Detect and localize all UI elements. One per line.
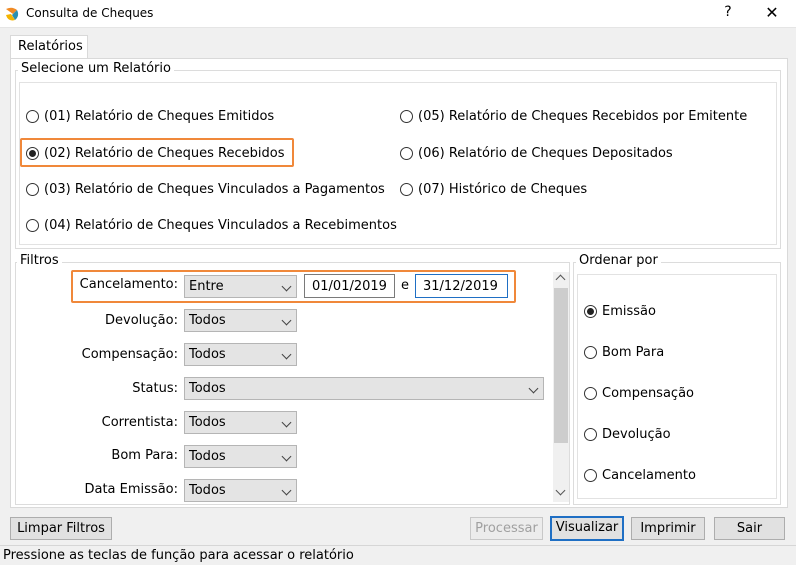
radio-icon <box>584 469 597 482</box>
order-option-emissao[interactable]: Emissão <box>584 304 656 319</box>
chevron-down-icon <box>281 281 292 292</box>
order-legend: Ordenar por <box>576 253 661 268</box>
scroll-thumb[interactable] <box>554 288 568 443</box>
bom-para-select[interactable]: Todos <box>184 445 297 468</box>
chevron-down-icon <box>528 383 539 394</box>
radio-icon <box>26 183 39 196</box>
print-button[interactable]: Imprimir <box>631 517 705 540</box>
data-emissao-label: Data Emissão: <box>84 482 178 497</box>
compensacao-select[interactable]: Todos <box>184 343 297 366</box>
data-emissao-select[interactable]: Todos <box>184 479 297 502</box>
report-option-04[interactable]: (04) Relatório de Cheques Vinculados a R… <box>26 218 397 233</box>
radio-icon <box>400 110 413 123</box>
cancelamento-label: Cancelamento: <box>79 277 178 292</box>
range-connector: e <box>401 278 409 293</box>
close-button[interactable]: ✕ <box>762 3 782 23</box>
chevron-down-icon <box>281 315 292 326</box>
order-option-devolucao[interactable]: Devolução <box>584 427 671 442</box>
status-select[interactable]: Todos <box>184 377 544 400</box>
radio-checked-icon <box>26 147 39 160</box>
chevron-down-icon <box>281 451 292 462</box>
chevron-down-icon <box>281 485 292 496</box>
report-option-01[interactable]: (01) Relatório de Cheques Emitidos <box>26 109 274 124</box>
report-option-05[interactable]: (05) Relatório de Cheques Recebidos por … <box>400 109 747 124</box>
compensacao-label: Compensação: <box>81 347 178 362</box>
filters-scrollbar[interactable] <box>553 272 569 502</box>
correntista-select[interactable]: Todos <box>184 411 297 434</box>
correntista-label: Correntista: <box>101 415 178 430</box>
radio-icon <box>26 110 39 123</box>
status-bar: Pressione as teclas de função para acess… <box>0 545 796 565</box>
report-option-07[interactable]: (07) Histórico de Cheques <box>400 182 587 197</box>
bom-para-label: Bom Para: <box>111 448 178 463</box>
preview-button[interactable]: Visualizar <box>550 516 624 541</box>
radio-icon <box>400 147 413 160</box>
clear-filters-button[interactable]: Limpar Filtros <box>10 517 112 540</box>
report-option-03[interactable]: (03) Relatório de Cheques Vinculados a P… <box>26 182 385 197</box>
window-title: Consulta de Cheques <box>26 6 154 20</box>
devolucao-label: Devolução: <box>105 313 178 328</box>
radio-icon <box>584 387 597 400</box>
cancelamento-from-input[interactable]: 01/01/2019 <box>304 274 395 298</box>
report-option-02[interactable]: (02) Relatório de Cheques Recebidos <box>26 146 284 161</box>
help-button[interactable]: ? <box>718 4 738 24</box>
tab-relatorios[interactable]: Relatórios <box>10 35 88 59</box>
title-bar: Consulta de Cheques ? ✕ <box>0 0 796 28</box>
order-option-compensacao[interactable]: Compensação <box>584 386 694 401</box>
report-group-legend: Selecione um Relatório <box>18 61 174 76</box>
radio-checked-icon <box>584 305 597 318</box>
devolucao-select[interactable]: Todos <box>184 309 297 332</box>
filters-legend: Filtros <box>17 253 62 268</box>
radio-icon <box>584 428 597 441</box>
process-button[interactable]: Processar <box>470 517 543 540</box>
chevron-down-icon <box>281 417 292 428</box>
chevron-down-icon <box>281 349 292 360</box>
order-option-bom-para[interactable]: Bom Para <box>584 345 664 360</box>
exit-button[interactable]: Sair <box>714 517 785 540</box>
scroll-down-icon[interactable] <box>555 485 566 496</box>
radio-icon <box>26 219 39 232</box>
app-icon <box>6 7 19 21</box>
order-option-cancelamento[interactable]: Cancelamento <box>584 468 696 483</box>
radio-icon <box>400 183 413 196</box>
cancelamento-to-input[interactable]: 31/12/2019 <box>415 274 508 298</box>
radio-icon <box>584 346 597 359</box>
status-label: Status: <box>132 381 178 396</box>
scroll-up-icon[interactable] <box>555 274 566 285</box>
cancelamento-mode-select[interactable]: Entre <box>184 275 297 298</box>
report-option-06[interactable]: (06) Relatório de Cheques Depositados <box>400 146 673 161</box>
